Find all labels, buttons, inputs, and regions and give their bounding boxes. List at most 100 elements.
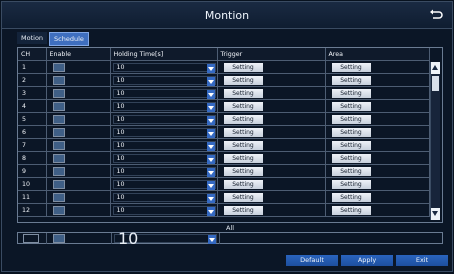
- holding-time-select[interactable]: 10: [112, 205, 216, 216]
- ch-number: 5: [18, 112, 47, 126]
- area-setting-button[interactable]: Setting: [331, 166, 371, 176]
- channel-grid: CH Enable Holding Time[s] Trigger Area 1…: [18, 48, 430, 217]
- ch-number: 1: [18, 60, 47, 74]
- table-row: 10 10 Setting Setting: [18, 177, 430, 191]
- ch-number: 12: [18, 203, 47, 217]
- holding-time-select[interactable]: 10: [112, 62, 216, 73]
- tab-bar: Motion Schedule: [17, 32, 89, 46]
- tab-motion[interactable]: Motion: [17, 32, 48, 44]
- trigger-setting-button[interactable]: Setting: [223, 179, 263, 189]
- enable-checkbox[interactable]: [52, 114, 65, 124]
- holding-time-select[interactable]: 10: [112, 127, 216, 138]
- exit-button[interactable]: Exit: [396, 255, 448, 266]
- dropdown-arrow-icon[interactable]: [206, 63, 215, 73]
- ch-number: 7: [18, 138, 47, 152]
- area-setting-button[interactable]: Setting: [331, 140, 371, 150]
- back-arrow-icon[interactable]: [428, 7, 444, 23]
- area-setting-button[interactable]: Setting: [331, 205, 371, 215]
- holding-time-select[interactable]: 10: [112, 75, 216, 86]
- enable-checkbox[interactable]: [52, 153, 65, 163]
- holding-time-select[interactable]: 10: [112, 179, 216, 190]
- trigger-setting-button[interactable]: Setting: [223, 140, 263, 150]
- area-setting-button[interactable]: Setting: [331, 88, 371, 98]
- dropdown-arrow-icon[interactable]: [206, 154, 215, 164]
- trigger-setting-button[interactable]: Setting: [223, 153, 263, 163]
- scroll-thumb[interactable]: [432, 76, 439, 91]
- all-enable-cell: [47, 232, 112, 244]
- enable-checkbox[interactable]: [52, 101, 65, 111]
- holding-time-select[interactable]: 10: [112, 153, 216, 164]
- dropdown-arrow-icon[interactable]: [206, 167, 215, 177]
- table-row: 5 10 Setting Setting: [18, 112, 430, 126]
- dropdown-arrow-icon[interactable]: [206, 76, 215, 86]
- trigger-setting-button[interactable]: Setting: [223, 114, 263, 124]
- holding-time-select[interactable]: 10: [112, 140, 216, 151]
- dropdown-arrow-icon[interactable]: [206, 193, 215, 203]
- area-setting-button[interactable]: Setting: [331, 153, 371, 163]
- enable-checkbox[interactable]: [52, 179, 65, 189]
- enable-checkbox[interactable]: [52, 75, 65, 85]
- ch-number: 4: [18, 99, 47, 113]
- table-row: 12 10 Setting Setting: [18, 203, 430, 217]
- scroll-up-icon[interactable]: [431, 62, 440, 74]
- table-row: 8 10 Setting Setting: [18, 151, 430, 165]
- col-trigger: Trigger: [217, 48, 326, 61]
- trigger-setting-button[interactable]: Setting: [223, 75, 263, 85]
- bottom-buttons: Default Apply Exit: [286, 255, 448, 266]
- tab-schedule[interactable]: Schedule: [49, 32, 89, 46]
- motion-window: Montion Motion Schedule CH Enable Holdin…: [1, 1, 453, 272]
- area-setting-button[interactable]: Setting: [331, 75, 371, 85]
- dropdown-arrow-icon[interactable]: [206, 206, 215, 216]
- col-enable: Enable: [46, 48, 111, 61]
- ch-number: 3: [18, 86, 47, 100]
- dropdown-arrow-icon[interactable]: [206, 89, 215, 99]
- enable-checkbox[interactable]: [52, 140, 65, 150]
- table-row: 6 10 Setting Setting: [18, 125, 430, 139]
- scroll-down-icon[interactable]: [431, 208, 440, 220]
- dropdown-arrow-icon[interactable]: [206, 115, 215, 125]
- col-area: Area: [325, 48, 430, 61]
- area-setting-button[interactable]: Setting: [331, 101, 371, 111]
- enable-checkbox[interactable]: [52, 62, 65, 72]
- ch-number: 10: [18, 177, 47, 191]
- all-label: All: [226, 224, 235, 232]
- trigger-setting-button[interactable]: Setting: [223, 62, 263, 72]
- table-row: 1 10 Setting Setting: [18, 60, 430, 74]
- trigger-setting-button[interactable]: Setting: [223, 127, 263, 137]
- dropdown-arrow-icon[interactable]: [206, 141, 215, 151]
- enable-checkbox[interactable]: [52, 205, 65, 215]
- enable-checkbox[interactable]: [52, 88, 65, 98]
- table-row: 2 10 Setting Setting: [18, 73, 430, 87]
- ch-number: 11: [18, 190, 47, 204]
- area-setting-button[interactable]: Setting: [331, 192, 371, 202]
- enable-checkbox[interactable]: [52, 166, 65, 176]
- dropdown-arrow-icon[interactable]: [206, 180, 215, 190]
- trigger-setting-button[interactable]: Setting: [223, 101, 263, 111]
- enable-checkbox[interactable]: [52, 192, 65, 202]
- area-setting-button[interactable]: Setting: [331, 114, 371, 124]
- holding-time-select[interactable]: 10: [112, 114, 216, 125]
- table-row: 11 10 Setting Setting: [18, 190, 430, 204]
- area-setting-button[interactable]: Setting: [331, 179, 371, 189]
- all-enable-checkbox[interactable]: [53, 233, 65, 243]
- table-scrollbar[interactable]: [430, 62, 440, 220]
- dropdown-arrow-icon[interactable]: [206, 102, 215, 112]
- trigger-setting-button[interactable]: Setting: [223, 88, 263, 98]
- dropdown-arrow-icon[interactable]: [206, 128, 215, 138]
- all-holding-time-select[interactable]: 10: [114, 230, 217, 246]
- holding-time-select[interactable]: 10: [112, 101, 216, 112]
- holding-time-select[interactable]: 10: [112, 166, 216, 177]
- enable-checkbox[interactable]: [52, 127, 65, 137]
- trigger-setting-button[interactable]: Setting: [223, 192, 263, 202]
- holding-time-select[interactable]: 10: [112, 192, 216, 203]
- trigger-setting-button[interactable]: Setting: [223, 205, 263, 215]
- all-select-checkbox[interactable]: [23, 233, 39, 243]
- area-setting-button[interactable]: Setting: [331, 127, 371, 137]
- default-button[interactable]: Default: [286, 255, 338, 266]
- table-header: CH Enable Holding Time[s] Trigger Area: [18, 48, 430, 61]
- dropdown-arrow-icon[interactable]: [208, 234, 216, 244]
- trigger-setting-button[interactable]: Setting: [223, 166, 263, 176]
- holding-time-select[interactable]: 10: [112, 88, 216, 99]
- apply-button[interactable]: Apply: [341, 255, 393, 266]
- area-setting-button[interactable]: Setting: [331, 62, 371, 72]
